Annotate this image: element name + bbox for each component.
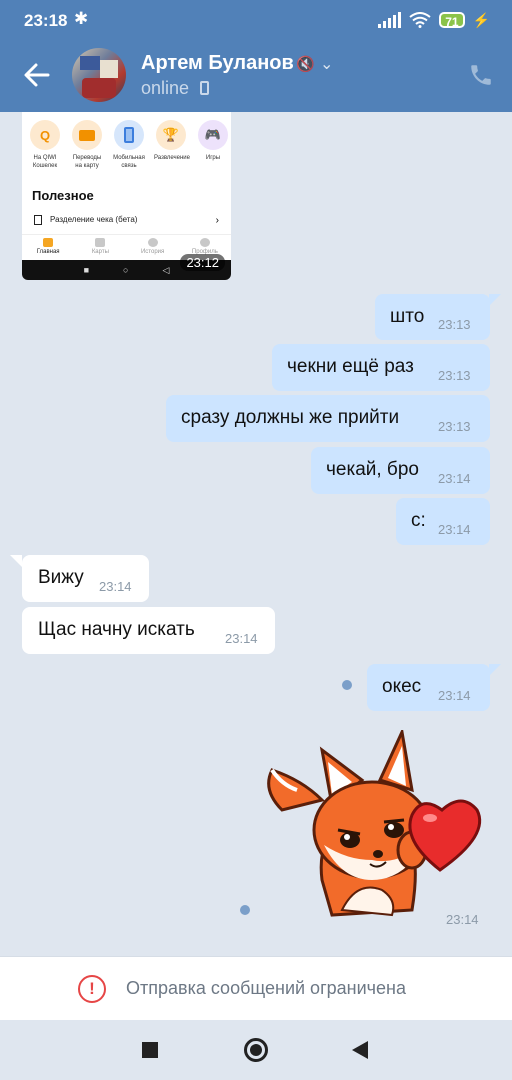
message-text: окес (382, 676, 422, 697)
outgoing-message[interactable]: окес 23:14 (367, 664, 490, 711)
gamepad-icon: 🎮 Игры (196, 120, 230, 170)
document-icon (34, 215, 42, 225)
message-time: 23:14 (99, 579, 132, 594)
incoming-message[interactable]: Щас начну искать 23:14 (22, 607, 275, 654)
signal-icon (378, 12, 402, 28)
contact-status: online (141, 78, 190, 98)
back-button[interactable] (352, 1041, 368, 1059)
message-time: 23:14 (225, 631, 258, 646)
message-time: 23:14 (438, 522, 471, 537)
chevron-right-icon: › (215, 215, 219, 226)
mobile-device-icon (200, 81, 209, 95)
fox-heart-sticker[interactable] (262, 730, 494, 924)
system-nav-bar (0, 1020, 512, 1080)
message-text: што (390, 306, 425, 327)
outgoing-message[interactable]: чекай, бро 23:14 (311, 447, 490, 494)
list-item: Разделение чека (бета) (34, 215, 137, 225)
contact-name[interactable]: Артем Буланов (141, 52, 294, 75)
messaging-restricted-bar: ! Отправка сообщений ограничена (0, 956, 512, 1020)
section-title: Полезное (32, 188, 94, 203)
status-time: 23:18 (24, 11, 68, 30)
bubble-tail (10, 555, 22, 567)
incoming-message[interactable]: Вижу 23:14 (22, 555, 149, 602)
message-time: 23:13 (438, 368, 471, 383)
back-arrow-icon[interactable] (22, 60, 52, 90)
card-transfer-icon: Переводы на карту (70, 120, 104, 170)
message-time: 23:12 (180, 254, 225, 271)
home-button[interactable] (244, 1038, 268, 1062)
status-bar: 23:18 ✱ 71 ⚡ (0, 0, 512, 40)
restriction-text: Отправка сообщений ограничена (126, 978, 406, 998)
message-text: чекни ещё раз (287, 356, 414, 377)
attachment-icons-row: Q На QIWI Кошелек Переводы на карту Моби… (28, 120, 230, 170)
avatar[interactable] (72, 48, 126, 102)
outgoing-message[interactable]: чекни ещё раз 23:13 (272, 344, 490, 391)
tab-cards: Карты (74, 235, 126, 260)
tab-home: Главная (22, 235, 74, 260)
bubble-tail (489, 664, 501, 676)
call-icon[interactable] (468, 62, 494, 88)
chevron-down-icon[interactable]: ⌄ (320, 54, 333, 74)
message-time: 23:14 (438, 688, 471, 703)
message-text: с: (411, 510, 426, 531)
muted-icon: 🔇 (296, 56, 315, 73)
message-text: Щас начну искать (38, 619, 195, 640)
top-bar: 23:18 ✱ 71 ⚡ Артем Буланов 🔇 ⌄ online (0, 0, 512, 112)
charging-icon: ⚡ (472, 11, 490, 28)
mobile-icon: Мобильная связь (112, 120, 146, 170)
message-time: 23:14 (446, 912, 479, 927)
message-text: чекай, бро (326, 459, 419, 480)
message-time: 23:13 (438, 419, 471, 434)
warning-icon: ! (78, 975, 106, 1003)
trophy-icon: 🏆 Развлечение (154, 120, 190, 170)
unread-indicator (240, 905, 250, 915)
tab-history: История (127, 235, 179, 260)
outgoing-message[interactable]: сразу должны же прийти 23:13 (166, 395, 490, 442)
message-text: сразу должны же прийти (181, 407, 400, 428)
message-text: Вижу (38, 567, 84, 588)
battery-icon: 71 (439, 12, 465, 29)
qiwi-wallet-icon: Q На QIWI Кошелек (28, 120, 62, 170)
image-attachment[interactable]: Q На QIWI Кошелек Переводы на карту Моби… (22, 112, 231, 280)
status-icons: 71 ⚡ (378, 10, 490, 30)
message-time: 23:14 (438, 471, 471, 486)
wifi-icon (409, 12, 431, 28)
bubble-tail (489, 294, 501, 306)
bluetooth-icon: ✱ (74, 9, 89, 28)
message-time: 23:13 (438, 317, 471, 332)
recent-apps-button[interactable] (142, 1042, 158, 1058)
outgoing-message[interactable]: што 23:13 (375, 294, 490, 340)
outgoing-message[interactable]: с: 23:14 (396, 498, 490, 545)
unread-indicator (342, 680, 352, 690)
